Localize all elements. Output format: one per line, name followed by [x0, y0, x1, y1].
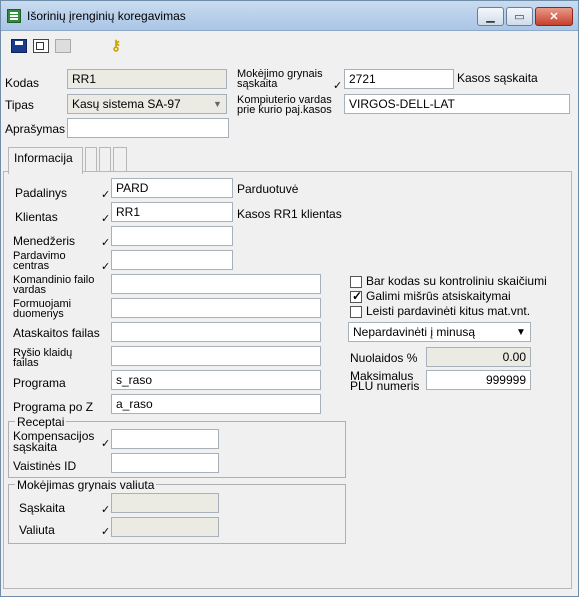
- maximize-button[interactable]: ▭: [506, 7, 533, 26]
- tipas-value: Kasų sistema SA-97: [72, 97, 181, 111]
- programa-label: Programa: [13, 376, 66, 390]
- tipas-label: Tipas: [5, 98, 34, 112]
- editor-window: Išorinių įrenginių koregavimas ▁ ▭ ✕ ⚷ K…: [0, 0, 579, 597]
- komandinio-field[interactable]: [111, 274, 321, 294]
- menedzeris-label: Menedžeris: [13, 234, 76, 248]
- valiuta-check-icon: ✓: [101, 526, 111, 538]
- mokejimo-check-icon: ✓: [333, 80, 343, 92]
- pc-label-line2: prie kurio paj.kasos: [237, 104, 332, 116]
- klientas-desc: Kasos RR1 klientas: [237, 207, 342, 221]
- plu-label-line2: PLU numeris: [350, 379, 420, 393]
- komandinio-label: Komandinio failo vardas: [13, 275, 94, 296]
- mokejimo-field[interactable]: 2721: [344, 69, 454, 89]
- valiuta-label: Valiuta: [19, 523, 55, 537]
- vaistines-field[interactable]: [111, 453, 219, 473]
- formuojami-label-line2: duomenys: [13, 308, 64, 320]
- negative-stock-select[interactable]: Nepardavinėti į minusą ▼: [348, 322, 531, 342]
- receptai-title: Receptai: [15, 415, 67, 429]
- pc-label: Kompiuterio vardas prie kurio paj.kasos: [237, 95, 332, 116]
- tab-3[interactable]: [99, 147, 111, 173]
- valiuta-title: Mokėjimas grynais valiuta: [15, 478, 157, 492]
- other-units-checkbox[interactable]: [350, 306, 362, 318]
- formuojami-field[interactable]: [111, 298, 321, 318]
- programa-z-field[interactable]: a_raso: [111, 394, 321, 414]
- mokejimo-label: Mokėjimo grynais sąskaita: [237, 69, 323, 90]
- close-button[interactable]: ✕: [535, 7, 573, 26]
- title-bar: Išorinių įrenginių koregavimas ▁ ▭ ✕: [1, 1, 578, 31]
- kodas-label: Kodas: [5, 76, 40, 90]
- programa-z-label: Programa po Z: [13, 400, 94, 414]
- menedzeris-field[interactable]: [111, 226, 233, 246]
- plu-field[interactable]: 999999: [426, 370, 531, 390]
- rysio-field[interactable]: [111, 346, 321, 366]
- kompensacijos-field[interactable]: [111, 429, 219, 449]
- saskaita-label: Sąskaita: [19, 501, 66, 515]
- tipas-select[interactable]: Kasų sistema SA-97 ▼: [67, 94, 227, 114]
- kompensacijos-label: Kompensacijos sąskaita: [13, 430, 94, 454]
- pardavimo-check-icon: ✓: [101, 261, 111, 273]
- kompensacijos-label-line2: sąskaita: [13, 440, 58, 454]
- toolbar: ⚷: [1, 33, 578, 59]
- app-icon: [7, 9, 21, 23]
- mokejimo-desc: Kasos sąskaita: [457, 71, 538, 85]
- kompensacijos-check-icon: ✓: [101, 438, 111, 450]
- klientas-check-icon: ✓: [101, 213, 111, 225]
- programa-field[interactable]: s_raso: [111, 370, 321, 390]
- barcode-label: Bar kodas su kontroliniu skaičiumi: [366, 274, 547, 288]
- saskaita-check-icon: ✓: [101, 504, 111, 516]
- klientas-label: Klientas: [15, 210, 58, 224]
- mixed-payments-label: Galimi mišrūs atsiskaitymai: [366, 289, 511, 303]
- save-as-icon[interactable]: [33, 39, 49, 53]
- barcode-checkbox[interactable]: [350, 276, 362, 288]
- chevron-down-icon[interactable]: ▼: [210, 96, 225, 112]
- rysio-label-line2: failas: [13, 357, 39, 369]
- plu-label: Maksimalus PLU numeris: [350, 370, 420, 393]
- padalinys-field[interactable]: PARD: [111, 178, 233, 198]
- nuolaidos-field[interactable]: 0.00: [426, 347, 531, 367]
- aprasymas-field[interactable]: [67, 118, 229, 138]
- nuolaidos-label: Nuolaidos %: [350, 351, 418, 365]
- aprasymas-label: Aprašymas: [5, 122, 66, 136]
- save-icon[interactable]: [11, 39, 27, 53]
- mixed-payments-checkbox[interactable]: [350, 289, 362, 303]
- ataskaitos-field[interactable]: [111, 322, 321, 342]
- mokejimo-label-line2: sąskaita: [237, 78, 278, 90]
- pc-name-field[interactable]: VIRGOS-DELL-LAT: [344, 94, 570, 114]
- pardavimo-field[interactable]: [111, 250, 233, 270]
- rysio-label: Ryšio klaidų failas: [13, 348, 72, 369]
- padalinys-check-icon: ✓: [101, 189, 111, 201]
- minimize-button[interactable]: ▁: [477, 7, 504, 26]
- chevron-down-icon[interactable]: ▼: [514, 325, 528, 339]
- klientas-field[interactable]: RR1: [111, 202, 233, 222]
- valiuta-field[interactable]: [111, 517, 219, 537]
- ataskaitos-label: Ataskaitos failas: [13, 326, 100, 340]
- komandinio-label-line2: vardas: [13, 284, 47, 296]
- padalinys-label: Padalinys: [15, 186, 68, 200]
- copy-icon[interactable]: [55, 39, 71, 53]
- saskaita-field[interactable]: [111, 493, 219, 513]
- tab-4[interactable]: [113, 147, 127, 173]
- kodas-field[interactable]: RR1: [67, 69, 227, 89]
- tab-informacija-label: Informacija: [14, 151, 73, 165]
- window-title: Išorinių įrenginių koregavimas: [27, 9, 186, 23]
- menedzeris-check-icon: ✓: [101, 237, 111, 249]
- key-icon[interactable]: ⚷: [109, 37, 123, 53]
- tab-2[interactable]: [85, 147, 97, 173]
- pardavimo-label-line2: centras: [13, 260, 50, 272]
- pardavimo-label: Pardavimo centras: [13, 251, 66, 272]
- other-units-label: Leisti pardavinėti kitus mat.vnt.: [366, 304, 531, 318]
- formuojami-label: Formuojami duomenys: [13, 299, 71, 320]
- padalinys-desc: Parduotuvė: [237, 182, 299, 196]
- tab-informacija[interactable]: Informacija: [8, 147, 83, 174]
- negative-stock-value: Nepardavinėti į minusą: [353, 325, 476, 339]
- vaistines-label: Vaistinės ID: [13, 459, 77, 473]
